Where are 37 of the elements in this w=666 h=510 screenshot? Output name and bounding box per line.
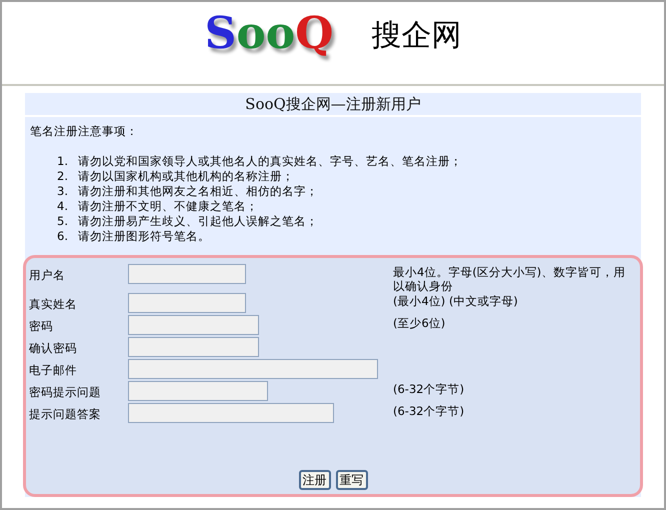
field-hint: (最小4位) (中文或字母) (393, 293, 519, 308)
note-text: 请勿注册和其他网友之名相近、相仿的名字； (78, 184, 318, 199)
input-field[interactable] (128, 403, 334, 423)
note-text: 请勿注册易产生歧义、引起他人误解之笔名； (78, 214, 318, 229)
form-button[interactable]: 重写 (336, 470, 368, 490)
note-text: 请勿注册不文明、不健康之笔名； (78, 199, 258, 214)
list-number: 5. (56, 214, 69, 229)
list-number: 4. (56, 199, 69, 214)
field-hint: 最小4位。字母(区分大小写)、数字皆可，用以确认身份 (393, 264, 626, 293)
field-label: 电子邮件 (29, 362, 78, 379)
form-button[interactable]: 注册 (298, 470, 330, 490)
field-label: 用户名 (29, 267, 66, 284)
list-number: 3. (56, 184, 69, 199)
input-field[interactable] (128, 359, 378, 379)
list-number: 1. (56, 154, 69, 169)
list-number: 2. (56, 169, 69, 184)
input-field[interactable] (128, 337, 259, 357)
notes-heading: 笔名注册注意事项： (30, 124, 138, 139)
field-label: 密码提示问题 (29, 384, 102, 401)
field-label: 密码 (29, 318, 54, 335)
field-hint: (6-32个字节) (393, 381, 466, 396)
input-field[interactable] (128, 315, 259, 335)
note-text: 请勿以国家机构或其他机构的名称注册； (78, 169, 294, 184)
input-field[interactable] (128, 381, 268, 401)
note-text: 请勿注册图形符号笔名。 (78, 229, 210, 244)
field-label: 提示问题答案 (29, 406, 102, 423)
site-name: 搜企网 (371, 17, 462, 55)
list-number: 6. (56, 229, 69, 244)
page-title: SooQ搜企网—注册新用户 (245, 94, 421, 115)
field-label: 确认密码 (29, 340, 78, 357)
logo: SooQ (204, 7, 334, 61)
input-field[interactable] (128, 264, 246, 284)
field-hint: (至少6位) (393, 315, 446, 330)
note-text: 请勿以党和国家领导人或其他名人的真实姓名、字号、艺名、笔名注册； (78, 154, 462, 169)
input-field[interactable] (128, 293, 246, 313)
field-label: 真实姓名 (29, 296, 78, 313)
field-hint: (6-32个字节) (393, 403, 466, 418)
